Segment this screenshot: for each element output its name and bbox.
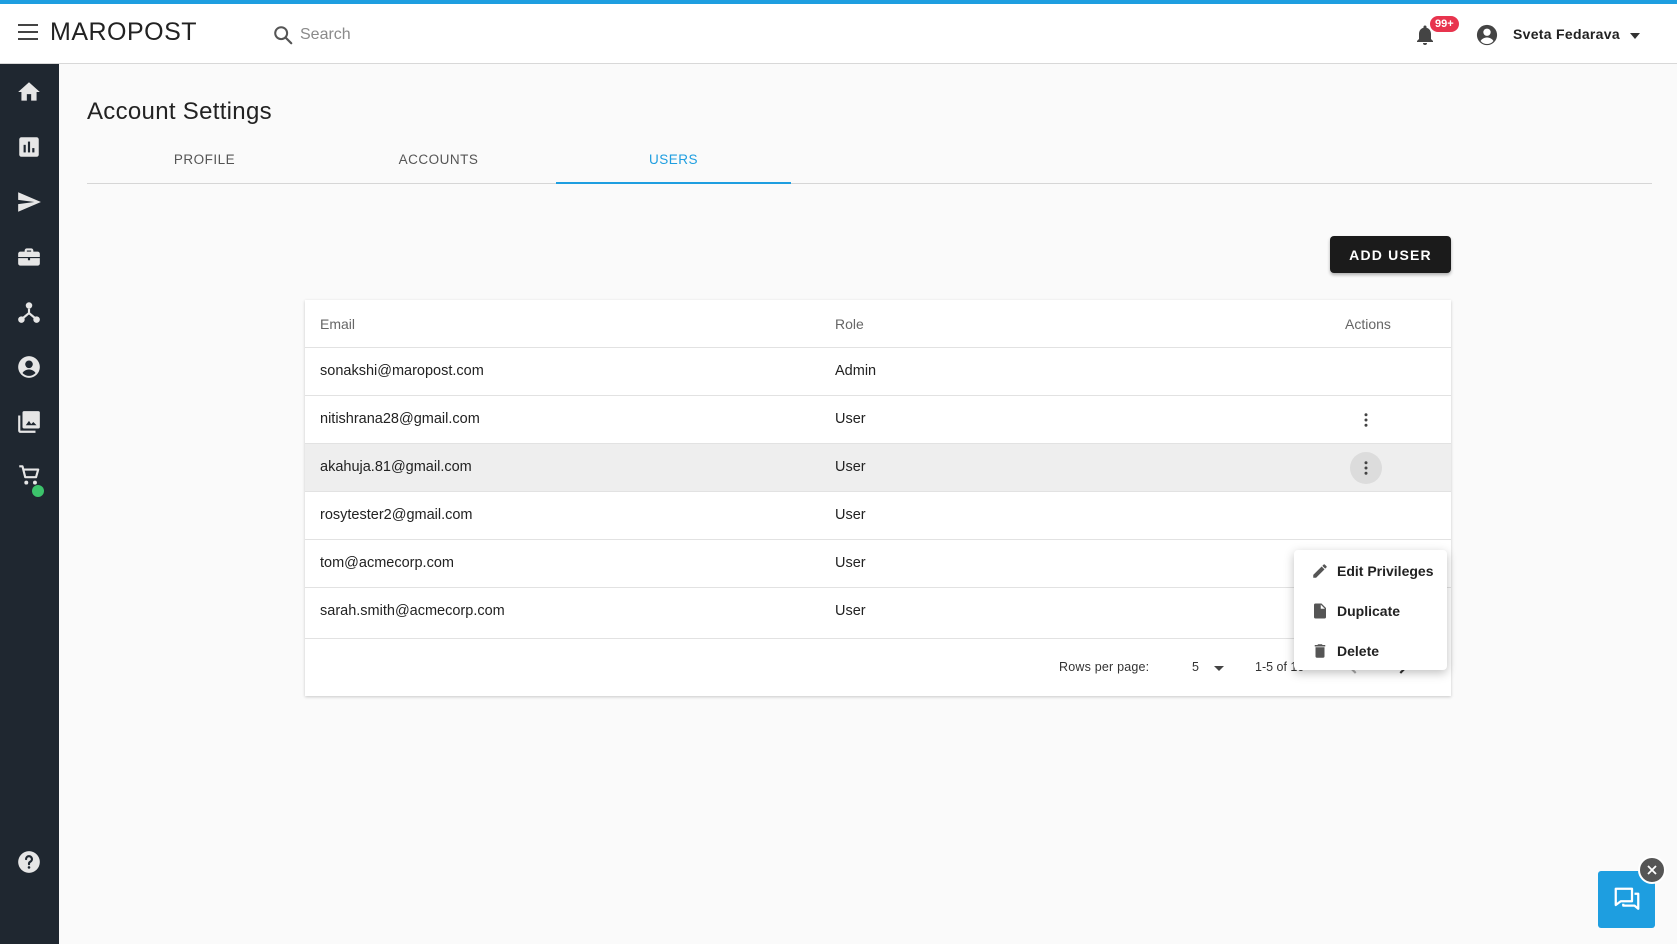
notification-badge: 99+: [1428, 14, 1461, 34]
user-name[interactable]: Sveta Fedarava: [1513, 26, 1620, 42]
row-actions-button[interactable]: [1350, 404, 1382, 436]
add-user-button[interactable]: ADD USER: [1330, 236, 1451, 273]
column-header-role[interactable]: Role: [835, 316, 864, 332]
tab-accounts[interactable]: ACCOUNTS: [321, 148, 556, 184]
table-row[interactable]: sonakshi@maropost.com Admin: [305, 348, 1451, 396]
table-row[interactable]: sarah.smith@acmecorp.com User: [305, 588, 1451, 636]
row-email: akahuja.81@gmail.com: [320, 459, 472, 475]
more-vert-icon: [1364, 461, 1368, 475]
row-email: tom@acmecorp.com: [320, 555, 454, 571]
main-content: Account Settings PROFILE ACCOUNTS USERS …: [59, 64, 1677, 944]
home-icon: [18, 82, 40, 101]
column-header-actions: Actions: [1345, 316, 1391, 332]
pagination: Rows per page: 5 1-5 of 10: [305, 638, 1451, 696]
table-row[interactable]: nitishrana28@gmail.com User: [305, 396, 1451, 444]
menu-item-label: Edit Privileges: [1337, 563, 1434, 579]
top-bar: MAROPOST 99+ Sveta Fedarava: [0, 4, 1677, 64]
row-email: nitishrana28@gmail.com: [320, 411, 480, 427]
chevron-down-icon: [1214, 666, 1224, 671]
tab-bar: PROFILE ACCOUNTS USERS: [87, 148, 1652, 184]
table-row[interactable]: tom@acmecorp.com User: [305, 540, 1451, 588]
trash-icon: [1314, 644, 1326, 658]
sidebar-item-toolbox[interactable]: [16, 244, 42, 270]
help-icon: [18, 851, 40, 873]
row-actions-button[interactable]: [1350, 452, 1382, 484]
row-role: Admin: [835, 363, 877, 379]
sidebar-item-campaigns[interactable]: [16, 189, 42, 215]
analytics-icon: [19, 137, 39, 157]
chevron-down-icon[interactable]: [1630, 33, 1640, 39]
table-row[interactable]: akahuja.81@gmail.com User: [305, 444, 1451, 492]
table-header: Email Role Actions: [305, 300, 1451, 348]
sidebar-item-home[interactable]: [16, 79, 42, 105]
send-icon: [18, 192, 41, 212]
search-box[interactable]: [272, 22, 600, 48]
row-role: User: [835, 555, 866, 571]
briefcase-icon: [18, 248, 40, 266]
rows-per-page-select[interactable]: 5: [1184, 656, 1224, 678]
account-icon: [18, 356, 40, 378]
tab-users[interactable]: USERS: [556, 148, 791, 184]
rows-per-page-label: Rows per page:: [1059, 660, 1150, 674]
users-table: Email Role Actions sonakshi@maropost.com…: [305, 300, 1451, 696]
status-dot: [32, 485, 44, 497]
user-avatar-icon[interactable]: [1476, 24, 1498, 46]
row-role: User: [835, 411, 866, 427]
page-title: Account Settings: [87, 98, 272, 125]
column-header-email[interactable]: Email: [320, 316, 355, 332]
menu-item-label: Duplicate: [1337, 603, 1401, 619]
menu-item-duplicate[interactable]: Duplicate: [1294, 592, 1447, 630]
network-icon: [18, 302, 40, 323]
sidebar: [0, 64, 59, 944]
more-vert-icon: [1364, 413, 1368, 427]
sidebar-item-contacts[interactable]: [16, 354, 42, 380]
logo: MAROPOST: [50, 18, 198, 46]
gallery-icon: [18, 411, 40, 433]
chat-icon: [1614, 887, 1639, 910]
menu-item-edit-privileges[interactable]: Edit Privileges: [1294, 552, 1447, 590]
search-icon: [274, 26, 293, 45]
pencil-icon: [1313, 564, 1327, 578]
sidebar-item-analytics[interactable]: [16, 134, 42, 160]
table-row[interactable]: rosytester2@gmail.com User: [305, 492, 1451, 540]
sidebar-item-journeys[interactable]: [16, 299, 42, 325]
rows-per-page-value: 5: [1192, 660, 1199, 674]
row-email: sonakshi@maropost.com: [320, 363, 484, 379]
menu-icon[interactable]: [18, 24, 38, 40]
divider: [305, 638, 1435, 639]
row-role: User: [835, 507, 866, 523]
chat-close-button[interactable]: [1638, 856, 1666, 884]
menu-item-label: Delete: [1337, 643, 1380, 659]
search-input[interactable]: [300, 26, 600, 44]
row-actions-menu: Edit Privileges Duplicate Delete: [1294, 550, 1447, 670]
row-email: rosytester2@gmail.com: [320, 507, 473, 523]
tab-profile[interactable]: PROFILE: [87, 148, 322, 184]
row-email: sarah.smith@acmecorp.com: [320, 603, 505, 619]
sidebar-item-content[interactable]: [16, 409, 42, 435]
row-role: User: [835, 603, 866, 619]
close-icon: [1647, 865, 1657, 875]
document-icon: [1314, 603, 1326, 619]
menu-item-delete[interactable]: Delete: [1294, 632, 1447, 670]
row-role: User: [835, 459, 866, 475]
sidebar-item-help[interactable]: [16, 849, 42, 875]
